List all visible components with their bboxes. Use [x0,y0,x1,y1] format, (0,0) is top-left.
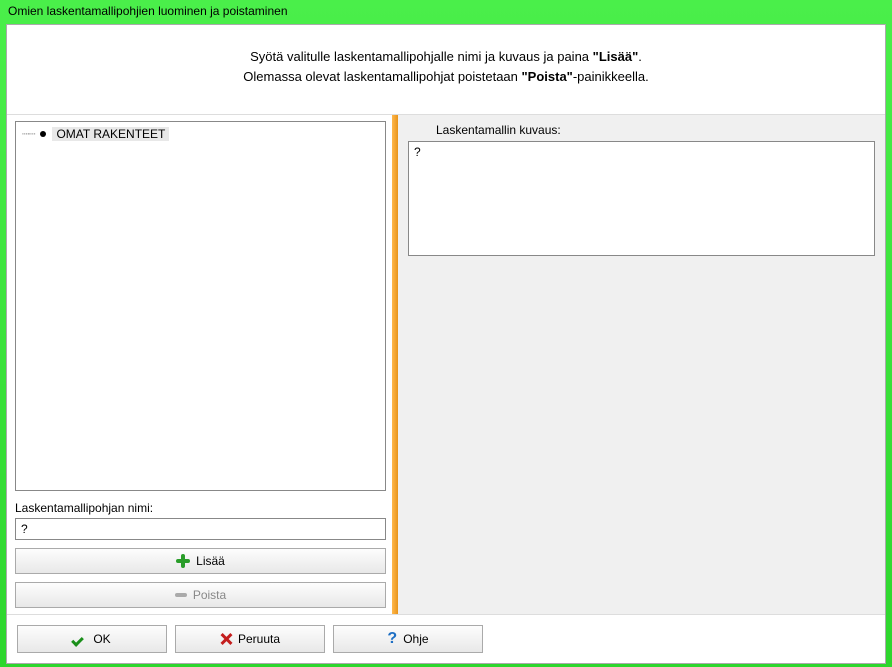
tree-root-item[interactable]: ┈┈ OMAT RAKENTEET [22,126,379,142]
tree-connector: ┈┈ [22,127,34,141]
content-row: ┈┈ OMAT RAKENTEET Laskentamallipohjan ni… [7,114,885,614]
main-panel: Syötä valitulle laskentamallipohjalle ni… [6,24,886,664]
template-name-input[interactable] [15,518,386,540]
window-title-bar: Omien laskentamallipohjien luominen ja p… [0,0,892,22]
remove-button[interactable]: Poista [15,582,386,608]
cancel-button[interactable]: Peruuta [175,625,325,653]
plus-icon [176,554,190,568]
tree-bullet-icon [40,131,46,137]
tree-root-label: OMAT RAKENTEET [52,127,169,141]
left-column: ┈┈ OMAT RAKENTEET Laskentamallipohjan ni… [7,115,392,614]
instructions-text: Syötä valitulle laskentamallipohjalle ni… [7,25,885,114]
window-title: Omien laskentamallipohjien luominen ja p… [8,4,288,18]
question-icon: ? [387,632,397,646]
help-button[interactable]: ? Ohje [333,625,483,653]
check-icon [73,634,87,644]
ok-button[interactable]: OK [17,625,167,653]
template-tree[interactable]: ┈┈ OMAT RAKENTEET [15,121,386,491]
name-label: Laskentamallipohjan nimi: [15,501,386,515]
add-button[interactable]: Lisää [15,548,386,574]
description-label: Laskentamallin kuvaus: [408,121,875,137]
right-column: Laskentamallin kuvaus: ? [398,115,885,614]
dialog-button-row: OK Peruuta ? Ohje [7,614,885,663]
description-textarea[interactable]: ? [408,141,875,256]
minus-icon [175,593,187,597]
x-icon [220,633,232,645]
